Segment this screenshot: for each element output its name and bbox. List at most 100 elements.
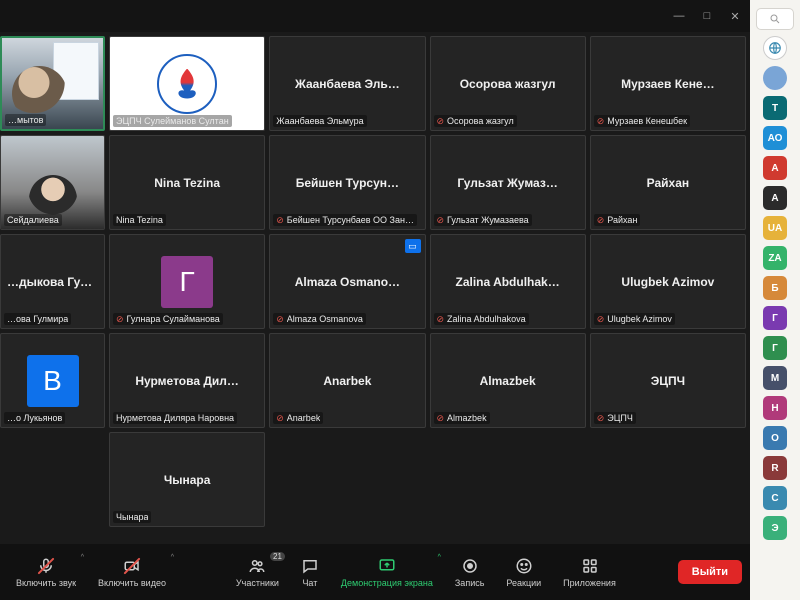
participant-tile[interactable]: Жаанбаева Эль…Жаанбаева Эльмура: [269, 36, 425, 131]
window-titlebar: — □ ✕: [0, 0, 750, 32]
contact-avatar[interactable]: Э: [763, 516, 787, 540]
caret-up-icon[interactable]: ^: [171, 554, 174, 561]
apps-button[interactable]: Приложения: [555, 552, 624, 592]
gallery-view: …мытов ЭЦПЧ Сулейманов Султан Жаанбаева Эл…: [0, 32, 750, 544]
contact-avatar[interactable]: Г: [763, 336, 787, 360]
caret-up-icon[interactable]: ^: [438, 554, 441, 561]
reactions-label: Реакции: [506, 578, 541, 588]
participant-tile[interactable]: ЭЦПЧ⊘ЭЦПЧ: [590, 333, 746, 428]
participant-caption-name: Осорова жазгул: [447, 116, 514, 126]
participant-caption-name: …о Лукьянов: [7, 413, 62, 423]
participant-tile[interactable]: Nina TezinaNina Tezina: [109, 135, 265, 230]
video-button[interactable]: Включить видео ^: [90, 552, 174, 592]
participant-caption: …ова Гулмира: [4, 313, 71, 325]
participant-caption: ⊘Almazbek: [434, 412, 490, 424]
participant-caption-name: Гулнара Сулайманова: [127, 314, 220, 324]
participant-display-name: Nina Tezina: [148, 176, 226, 190]
contact-avatar[interactable]: R: [763, 456, 787, 480]
contact-avatar[interactable]: ZA: [763, 246, 787, 270]
participant-caption: ⊘Ulugbek Azimov: [594, 313, 675, 325]
participant-tile[interactable]: Бейшен Турсун… ⊘Бейшен Турсунбаев ОО Зан…: [269, 135, 425, 230]
contact-avatar[interactable]: А: [763, 156, 787, 180]
contact-avatar[interactable]: А: [763, 186, 787, 210]
participant-tile[interactable]: Осорова жазгул⊘Осорова жазгул: [430, 36, 586, 131]
participant-caption: ⊘Гульзат Жумазаева: [434, 214, 532, 226]
participant-tile[interactable]: Сейдалиева: [0, 135, 105, 230]
participant-display-name: Мурзаев Кене…: [615, 77, 720, 91]
participant-caption-name: Жаанбаева Эльмура: [276, 116, 363, 126]
participants-button[interactable]: 21 Участники: [228, 552, 287, 592]
pin-icon[interactable]: ▭: [405, 239, 421, 253]
apps-label: Приложения: [563, 578, 616, 588]
participant-display-name: Almaza Osmano…: [289, 275, 406, 289]
participant-tile[interactable]: В …о Лукьянов: [0, 333, 105, 428]
sidebar-search[interactable]: [756, 8, 794, 30]
apps-icon: [581, 556, 599, 576]
share-screen-button[interactable]: Демонстрация экрана ^: [333, 552, 441, 592]
participant-caption: Нурметова Диляра Наровна: [113, 412, 237, 424]
record-button[interactable]: Запись: [447, 552, 493, 592]
record-label: Запись: [455, 578, 485, 588]
close-button[interactable]: ✕: [726, 9, 744, 23]
participant-tile[interactable]: Нурметова Дил…Нурметова Диляра Наровна: [109, 333, 265, 428]
participant-tile[interactable]: …дыкова Гул……ова Гулмира: [0, 234, 105, 329]
participant-display-name: Райхан: [641, 176, 696, 190]
record-icon: [461, 556, 479, 576]
audio-button[interactable]: Включить звук ^: [8, 552, 84, 592]
participant-tile[interactable]: Almaza Osmano…▭⊘Almaza Osmanova: [269, 234, 425, 329]
muted-icon: ⊘: [437, 216, 445, 225]
leave-button[interactable]: Выйти: [678, 560, 742, 584]
muted-icon: ⊘: [437, 117, 445, 126]
muted-icon: ⊘: [116, 315, 124, 324]
participant-tile[interactable]: …мытов: [0, 36, 105, 131]
minimize-button[interactable]: —: [670, 9, 688, 23]
meeting-toolbar: Включить звук ^ Включить видео ^ 21 Учас…: [0, 544, 750, 600]
contact-avatar[interactable]: [763, 36, 787, 60]
caret-up-icon[interactable]: ^: [81, 554, 84, 561]
reactions-button[interactable]: Реакции: [498, 552, 549, 592]
microphone-muted-icon: [37, 556, 55, 576]
contact-avatar[interactable]: М: [763, 366, 787, 390]
participant-caption-name: Гульзат Жумазаева: [447, 215, 529, 225]
participant-tile[interactable]: Райхан ⊘Райхан: [590, 135, 746, 230]
contact-avatar[interactable]: UA: [763, 216, 787, 240]
muted-icon: ⊘: [597, 315, 605, 324]
contact-avatar[interactable]: О: [763, 426, 787, 450]
participant-tile[interactable]: Almazbek⊘Almazbek: [430, 333, 586, 428]
participant-tile[interactable]: Г⊘Гулнара Сулайманова: [109, 234, 265, 329]
participant-tile[interactable]: Zalina Abdulhak…⊘Zalina Abdulhakova: [430, 234, 586, 329]
search-icon: [769, 13, 781, 25]
participant-caption: ⊘Райхан: [594, 214, 641, 226]
maximize-button[interactable]: □: [698, 9, 716, 23]
participant-tile[interactable]: ЭЦПЧ Сулейманов Султан: [109, 36, 265, 131]
contact-avatar[interactable]: Б: [763, 276, 787, 300]
participant-display-name: Бейшен Турсун…: [290, 176, 405, 190]
participant-caption: Чынара: [113, 511, 151, 523]
participant-caption: Сейдалиева: [4, 214, 62, 226]
participant-tile[interactable]: Anarbek⊘Anarbek: [269, 333, 425, 428]
participant-caption: …мытов: [5, 114, 46, 126]
participants-icon: [248, 556, 266, 576]
participant-caption: ЭЦПЧ Сулейманов Султан: [113, 115, 232, 127]
muted-icon: ⊘: [276, 414, 284, 423]
participant-caption: ⊘Мурзаев Кенешбек: [594, 115, 690, 127]
contact-avatar[interactable]: [763, 66, 787, 90]
participant-tile[interactable]: Мурзаев Кене… ⊘Мурзаев Кенешбек: [590, 36, 746, 131]
participant-tile[interactable]: Гульзат Жумаз…⊘Гульзат Жумазаева: [430, 135, 586, 230]
participant-tile[interactable]: Ulugbek Azimov⊘Ulugbek Azimov: [590, 234, 746, 329]
contact-avatar[interactable]: Т: [763, 96, 787, 120]
participant-caption-name: Ulugbek Azimov: [607, 314, 672, 324]
contact-avatar[interactable]: С: [763, 486, 787, 510]
participant-caption: ⊘Бейшен Турсунбаев ОО Зан…: [273, 214, 417, 226]
participant-caption: ⊘Осорова жазгул: [434, 115, 517, 127]
contacts-sidebar: ТАОААUAZAБГГМНОRСЭ: [750, 0, 800, 600]
contact-avatar[interactable]: АО: [763, 126, 787, 150]
participant-display-name: Zalina Abdulhak…: [450, 275, 566, 289]
contact-avatar[interactable]: Г: [763, 306, 787, 330]
contact-avatar[interactable]: Н: [763, 396, 787, 420]
participant-caption-name: Бейшен Турсунбаев ОО Зан…: [287, 215, 414, 225]
app-root: — □ ✕ …мытов ЭЦПЧ Сулейманов Султан Жаанба…: [0, 0, 800, 600]
participant-tile[interactable]: ЧынараЧынара: [109, 432, 265, 527]
avatar: В: [27, 355, 79, 407]
chat-button[interactable]: Чат: [293, 552, 327, 592]
